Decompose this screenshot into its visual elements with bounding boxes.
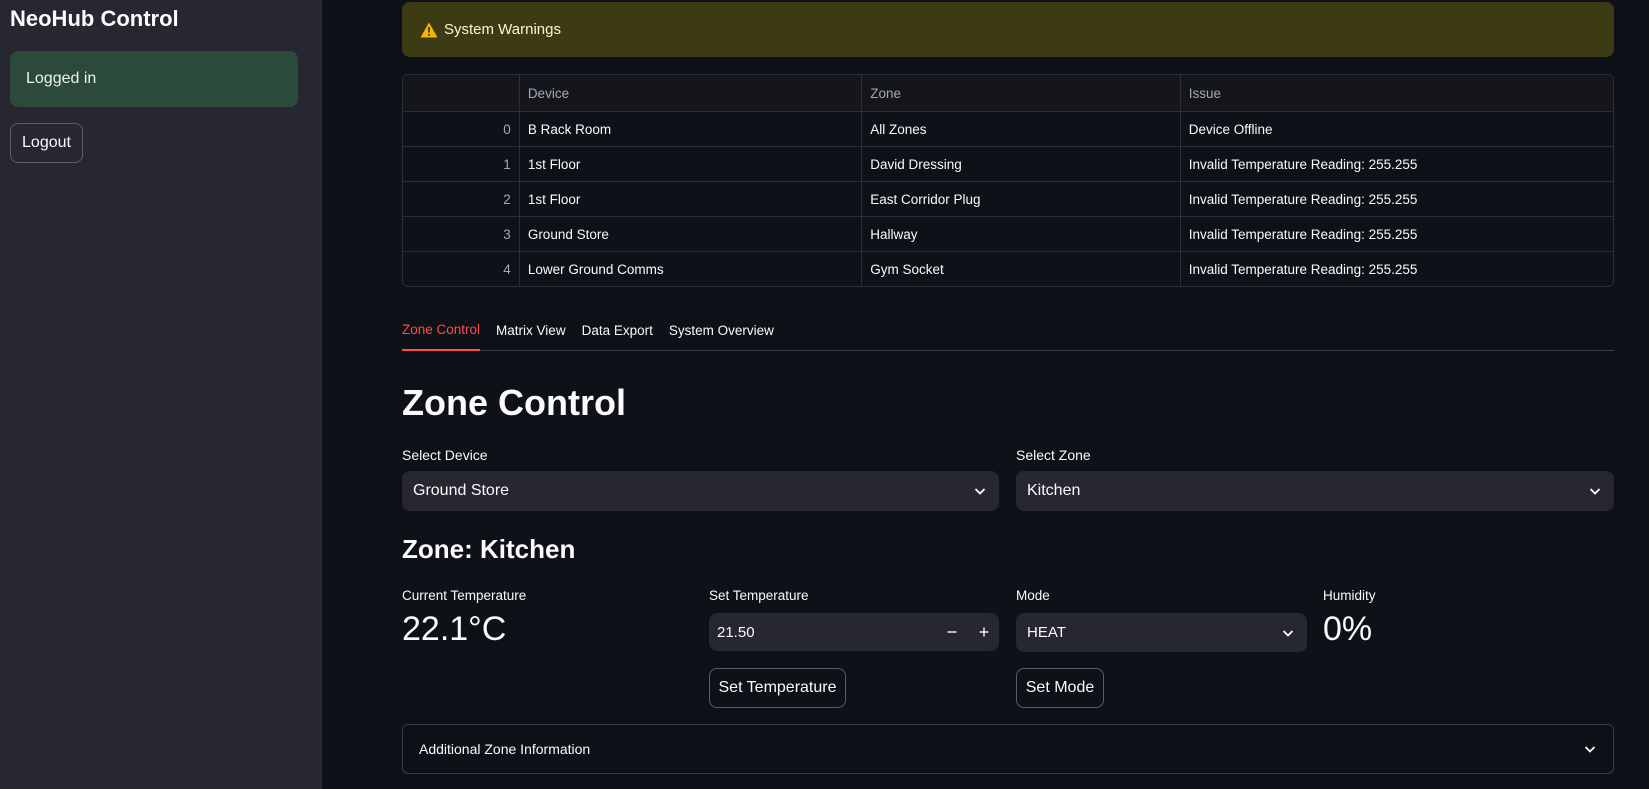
row-index: 0 — [503, 121, 511, 137]
row-zone[interactable]: Hallway — [861, 217, 1179, 251]
select-zone-label: Select Zone — [1016, 447, 1091, 463]
increment-button[interactable] — [969, 613, 999, 651]
device-select[interactable]: Ground Store — [402, 471, 999, 511]
table-row: 1 1st Floor David Dressing Invalid Tempe… — [403, 146, 1613, 181]
set-temperature-value: 21.50 — [717, 623, 755, 641]
row-device[interactable]: Lower Ground Comms — [518, 252, 861, 286]
tab-bar: Zone Control Matrix View Data Export Sys… — [402, 314, 1614, 351]
warning-triangle-icon — [420, 22, 438, 37]
row-zone[interactable]: All Zones — [861, 112, 1179, 146]
zone-select[interactable]: Kitchen — [1016, 471, 1614, 511]
table-row: 3 Ground Store Hallway Invalid Temperatu… — [403, 216, 1613, 251]
tab-matrix-view[interactable]: Matrix View — [496, 314, 566, 351]
row-issue[interactable]: Invalid Temperature Reading: 255.255 — [1179, 252, 1613, 286]
row-issue[interactable]: Invalid Temperature Reading: 255.255 — [1179, 147, 1613, 181]
row-device[interactable]: 1st Floor — [518, 147, 861, 181]
humidity-label: Humidity — [1323, 588, 1376, 603]
tab-system-overview[interactable]: System Overview — [669, 314, 774, 351]
chevron-down-icon — [974, 488, 986, 495]
device-select-value: Ground Store — [413, 482, 510, 499]
mode-label: Mode — [1016, 588, 1050, 603]
row-zone[interactable]: David Dressing — [861, 147, 1179, 181]
set-mode-button[interactable]: Set Mode — [1016, 668, 1104, 708]
zone-select-value: Kitchen — [1027, 482, 1081, 499]
row-zone[interactable]: East Corridor Plug — [861, 182, 1179, 216]
login-status-alert: Logged in — [10, 51, 298, 107]
expander-label: Additional Zone Information — [419, 741, 591, 757]
current-temperature-value: 22.1°C — [402, 610, 507, 648]
app-title: NeoHub Control — [10, 6, 179, 31]
plus-icon — [979, 627, 989, 637]
header-device[interactable]: Device — [518, 75, 861, 111]
zone-heading: Zone: Kitchen — [402, 534, 576, 564]
chevron-down-icon — [1589, 488, 1601, 495]
tab-data-export[interactable]: Data Export — [582, 314, 653, 351]
page-title: Zone Control — [402, 382, 626, 423]
header-issue[interactable]: Issue — [1179, 75, 1613, 111]
select-device-label: Select Device — [402, 447, 488, 463]
warnings-table[interactable]: Device Zone Issue 0 B Rack Room All Zone… — [402, 74, 1614, 287]
row-issue[interactable]: Invalid Temperature Reading: 255.255 — [1179, 182, 1613, 216]
mode-select[interactable]: HEAT — [1016, 613, 1307, 652]
set-temperature-label: Set Temperature — [709, 588, 809, 603]
mode-select-value: HEAT — [1027, 624, 1066, 641]
row-device[interactable]: 1st Floor — [518, 182, 861, 216]
warning-text: System Warnings — [444, 21, 561, 38]
table-row: 0 B Rack Room All Zones Device Offline — [403, 111, 1613, 146]
chevron-down-icon — [1282, 629, 1294, 637]
decrement-button[interactable] — [937, 613, 967, 651]
current-temperature-label: Current Temperature — [402, 588, 527, 603]
row-index: 2 — [503, 191, 511, 207]
row-index: 1 — [503, 156, 511, 172]
login-status-text: Logged in — [26, 70, 97, 87]
humidity-value: 0% — [1323, 610, 1373, 648]
row-index: 3 — [503, 226, 511, 242]
table-header-row: Device Zone Issue — [403, 75, 1613, 111]
chevron-down-icon — [1584, 746, 1596, 753]
row-issue[interactable]: Device Offline — [1179, 112, 1613, 146]
header-index[interactable] — [403, 75, 519, 111]
header-zone[interactable]: Zone — [861, 75, 1179, 111]
system-warnings-alert: System Warnings — [402, 2, 1614, 57]
row-device[interactable]: B Rack Room — [518, 112, 861, 146]
set-temperature-button[interactable]: Set Temperature — [709, 668, 846, 708]
row-zone[interactable]: Gym Socket — [861, 252, 1179, 286]
row-device[interactable]: Ground Store — [518, 217, 861, 251]
minus-icon — [947, 631, 957, 633]
tab-zone-control[interactable]: Zone Control — [402, 314, 481, 351]
table-row: 4 Lower Ground Comms Gym Socket Invalid … — [403, 251, 1613, 286]
logout-button[interactable]: Logout — [10, 123, 83, 163]
sidebar: NeoHub Control Logged in Logout — [0, 0, 322, 789]
set-temperature-input[interactable]: 21.50 — [709, 613, 999, 651]
row-index: 4 — [503, 261, 511, 277]
additional-zone-info-expander[interactable]: Additional Zone Information — [402, 724, 1614, 774]
row-issue[interactable]: Invalid Temperature Reading: 255.255 — [1179, 217, 1613, 251]
table-row: 2 1st Floor East Corridor Plug Invalid T… — [403, 181, 1613, 216]
